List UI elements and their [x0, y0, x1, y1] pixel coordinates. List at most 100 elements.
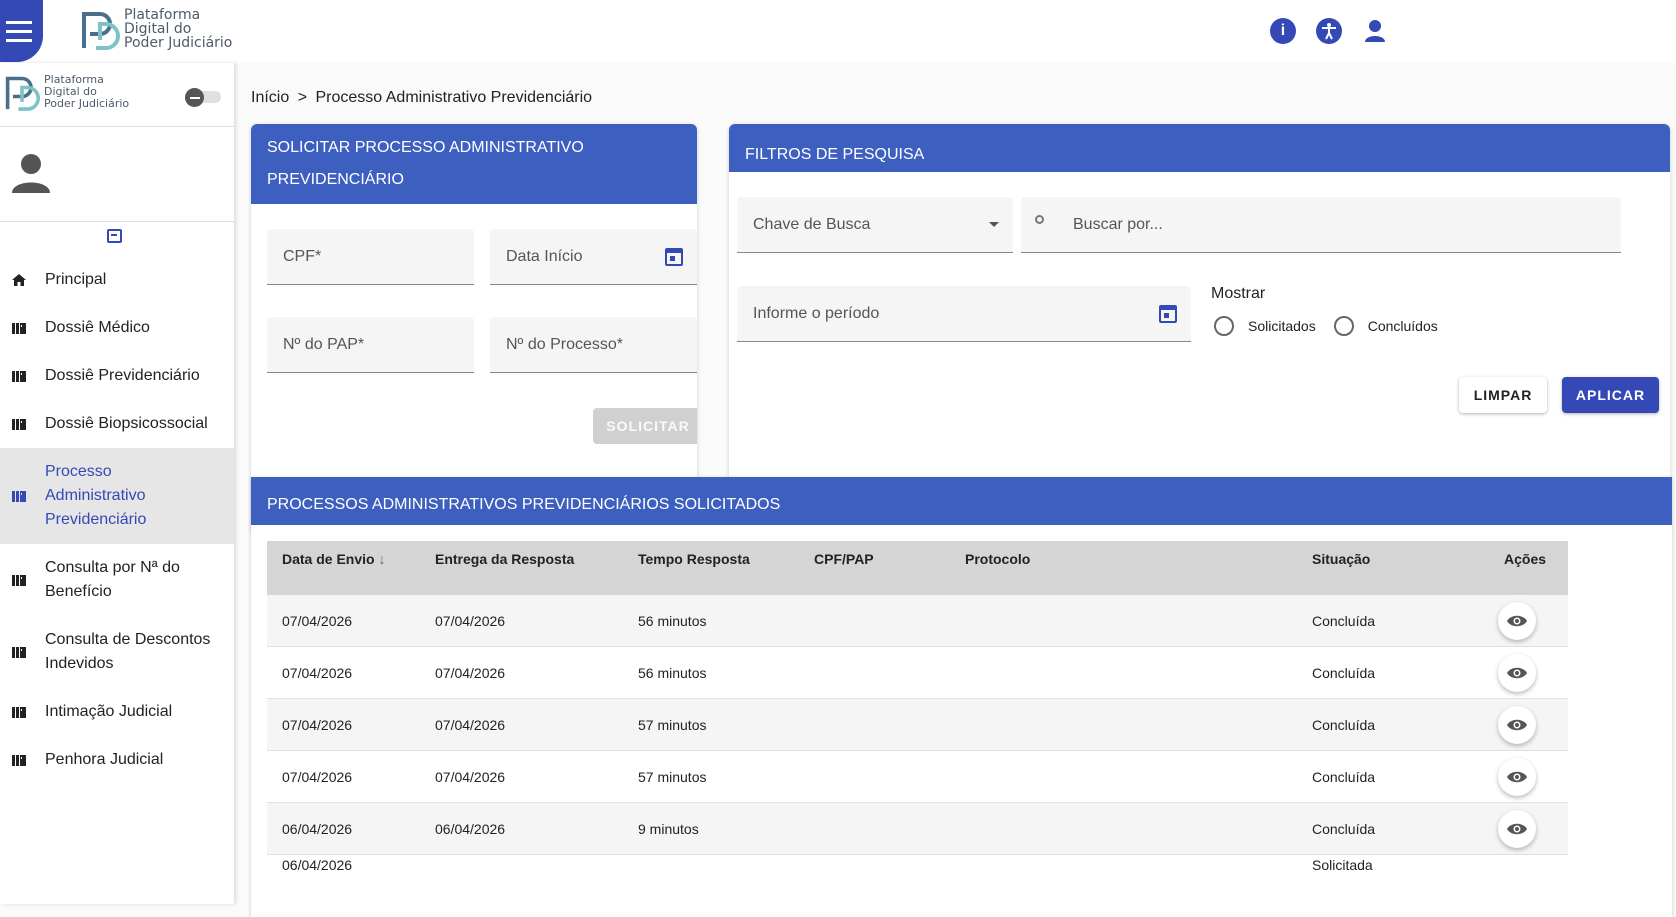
- tabela-card-title: PROCESSOS ADMINISTRATIVOS PREVIDENCIÁRIO…: [251, 477, 1672, 525]
- table-row: 07/04/2026 07/04/2026 56 minutos Concluí…: [267, 647, 1568, 699]
- search-icon: [1035, 215, 1044, 224]
- theme-toggle[interactable]: [185, 88, 223, 107]
- sidebar-logo-text: Plataforma Digital do Poder Judiciário: [44, 74, 129, 110]
- cell-envio: 07/04/2026: [282, 716, 353, 733]
- divider: [0, 126, 234, 127]
- calendar-icon[interactable]: [665, 247, 683, 266]
- info-icon[interactable]: i: [1270, 18, 1296, 44]
- pdpj-logo-icon: [82, 12, 120, 50]
- avatar-icon: [12, 153, 50, 193]
- view-button[interactable]: [1498, 601, 1536, 640]
- sidebar-item-dossie-biopsicossocial[interactable]: Dossiê Biopsicossocial: [0, 400, 234, 448]
- chave-busca-label: Chave de Busca: [753, 215, 871, 233]
- eye-icon: [1507, 771, 1527, 782]
- periodo-field[interactable]: Informe o período: [737, 286, 1191, 342]
- solicitar-card: SOLICITAR PROCESSO ADMINISTRATIVO PREVID…: [251, 124, 697, 534]
- cell-envio: 06/04/2026: [282, 857, 353, 873]
- divider: [0, 221, 234, 222]
- eye-icon: [1507, 823, 1527, 834]
- sort-arrow-icon: ↓: [378, 551, 386, 567]
- radio-concluidos[interactable]: [1333, 316, 1354, 336]
- view-button[interactable]: [1498, 757, 1536, 796]
- solicitar-button[interactable]: SOLICITAR: [593, 408, 697, 444]
- eye-icon: [1507, 615, 1527, 626]
- col-tempo[interactable]: Tempo Resposta: [638, 551, 750, 567]
- view-button[interactable]: [1498, 809, 1536, 848]
- cell-situacao: Concluída: [1312, 820, 1376, 837]
- col-situacao[interactable]: Situação: [1312, 551, 1370, 567]
- user-icon[interactable]: [1362, 18, 1388, 44]
- limpar-button[interactable]: LIMPAR: [1459, 377, 1547, 413]
- view-button[interactable]: [1498, 653, 1536, 692]
- accessibility-icon[interactable]: [1316, 18, 1342, 44]
- radio-concluidos-label: Concluídos: [1367, 318, 1438, 334]
- sidebar-item-processo-administrativo[interactable]: Processo Administrativo Previdenciário: [0, 448, 234, 544]
- sidebar-item-dossie-previdenciario[interactable]: Dossiê Previdenciário: [0, 352, 234, 400]
- sidebar-item-penhora-judicial[interactable]: Penhora Judicial: [0, 736, 234, 784]
- sidebar-item-principal[interactable]: Principal: [0, 256, 234, 304]
- cell-tempo: 56 minutos: [638, 612, 707, 629]
- buscar-field[interactable]: Buscar por...: [1021, 197, 1621, 253]
- library-icon: [12, 419, 26, 430]
- radio-solicitados[interactable]: [1214, 316, 1234, 336]
- cell-situacao: Concluída: [1312, 612, 1376, 629]
- pap-field[interactable]: Nº do PAP*: [267, 317, 474, 373]
- menu-toggle-button[interactable]: [0, 0, 43, 62]
- cell-envio: 06/04/2026: [282, 820, 353, 837]
- library-icon: [12, 647, 26, 658]
- filtros-card: FILTROS DE PESQUISA Chave de Busca Busca…: [729, 124, 1670, 534]
- mostrar-radio-group: Solicitados Concluídos: [1214, 316, 1438, 336]
- sidebar-item-label: Dossiê Médico: [45, 319, 150, 336]
- sidebar-item-dossie-medico[interactable]: Dossiê Médico: [0, 304, 234, 352]
- data-inicio-placeholder: Data Início: [506, 247, 583, 265]
- cell-entrega: 07/04/2026: [435, 664, 506, 681]
- data-inicio-field[interactable]: Data Início: [490, 229, 697, 285]
- periodo-placeholder: Informe o período: [753, 304, 880, 322]
- sidebar-menu: Principal Dossiê Médico Dossiê Previdenc…: [0, 256, 234, 784]
- cell-entrega: 07/04/2026: [435, 768, 506, 785]
- eye-icon: [1507, 719, 1527, 730]
- header-actions: i: [1270, 18, 1388, 44]
- library-icon: [12, 707, 26, 718]
- cell-envio: 07/04/2026: [282, 664, 353, 681]
- sidebar-item-consulta-beneficio[interactable]: Consulta por Nª do Benefício: [0, 544, 234, 616]
- view-button[interactable]: [1498, 705, 1536, 744]
- aplicar-button[interactable]: APLICAR: [1562, 377, 1659, 413]
- chave-busca-select[interactable]: Chave de Busca: [737, 197, 1013, 253]
- sidebar-logo: Plataforma Digital do Poder Judiciário: [4, 73, 129, 111]
- sidebar-item-intimacao-judicial[interactable]: Intimação Judicial: [0, 688, 234, 736]
- hamburger-icon: [5, 18, 32, 45]
- cell-tempo: 57 minutos: [638, 716, 707, 733]
- calendar-icon[interactable]: [1159, 304, 1177, 323]
- header-logo-text: Plataforma Digital do Poder Judiciário: [124, 8, 232, 50]
- library-icon: [12, 323, 26, 334]
- table-row: 07/04/2026 07/04/2026 57 minutos Concluí…: [267, 751, 1568, 803]
- sidebar-item-consulta-descontos[interactable]: Consulta de Descontos Indevidos: [0, 616, 234, 688]
- col-entrega[interactable]: Entrega da Resposta: [435, 551, 574, 567]
- sidebar-item-label: Dossiê Previdenciário: [45, 367, 200, 384]
- sidebar-item-label: Processo Administrativo Previdenciário: [45, 463, 147, 528]
- library-icon: [12, 755, 26, 766]
- library-icon: [12, 575, 26, 586]
- filtros-card-title: FILTROS DE PESQUISA: [729, 124, 1670, 172]
- breadcrumb-separator: >: [297, 89, 308, 106]
- cell-situacao: Concluída: [1312, 664, 1376, 681]
- breadcrumb-home-link[interactable]: Início: [251, 89, 289, 106]
- library-icon: [12, 371, 26, 382]
- col-data-envio[interactable]: Data de Envio ↓: [282, 551, 385, 567]
- sidebar-item-label: Principal: [45, 271, 107, 288]
- cpf-field[interactable]: CPF*: [267, 229, 474, 285]
- collapse-sidebar-icon[interactable]: [107, 229, 122, 243]
- logo-line-2: Digital do: [124, 21, 192, 37]
- pap-placeholder: Nº do PAP*: [283, 335, 365, 353]
- library-icon: [12, 491, 26, 502]
- col-cpf-pap[interactable]: CPF/PAP: [814, 551, 874, 567]
- cell-tempo: 57 minutos: [638, 768, 707, 785]
- processo-field[interactable]: Nº do Processo*: [490, 317, 697, 373]
- pdpj-logo-icon: [5, 76, 40, 111]
- col-protocolo[interactable]: Protocolo: [965, 551, 1030, 567]
- logo-line-1: Plataforma: [124, 7, 201, 23]
- table-row: 07/04/2026 07/04/2026 57 minutos Concluí…: [267, 699, 1568, 751]
- sidebar-item-label: Penhora Judicial: [45, 751, 164, 768]
- table-row: 07/04/2026 07/04/2026 56 minutos Concluí…: [267, 595, 1568, 647]
